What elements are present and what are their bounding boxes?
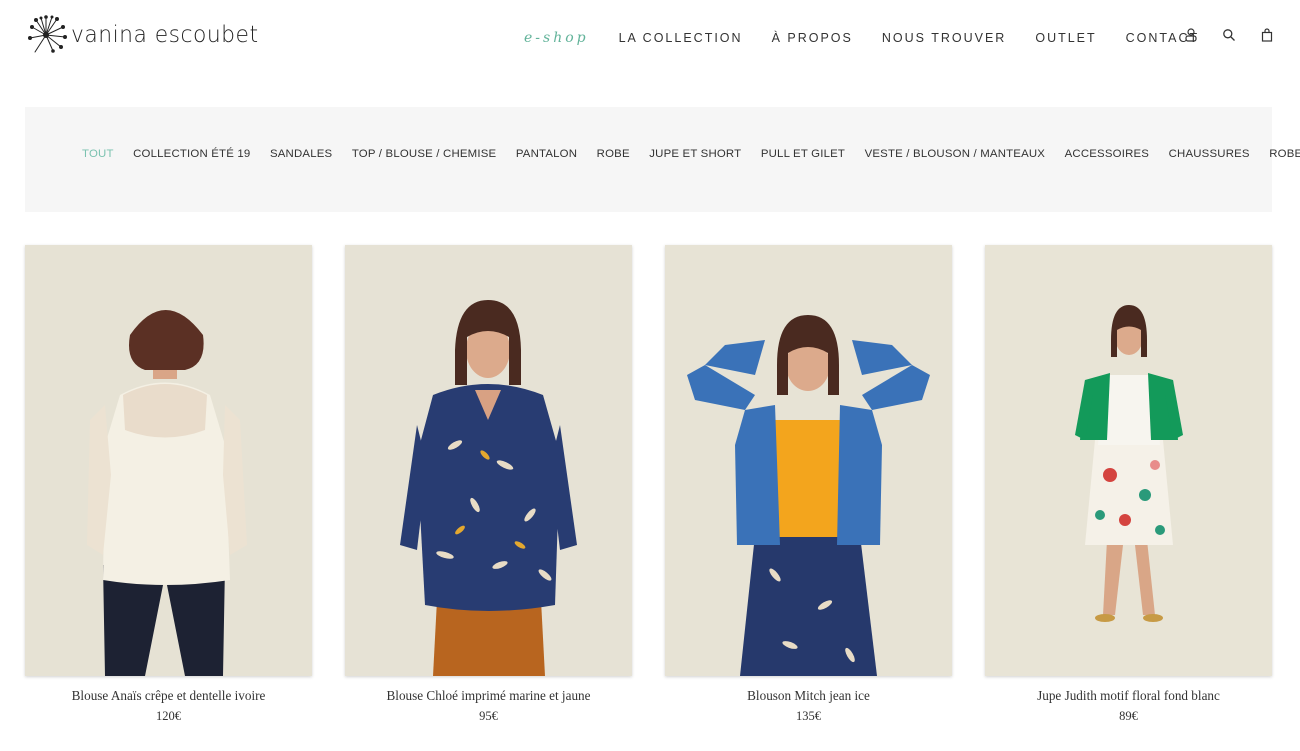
filter-collection-ete-19[interactable]: COLLECTION ÉTÉ 19 [133,148,250,160]
nav-outlet[interactable]: OUTLET [1035,31,1096,45]
filter-robe[interactable]: ROBE [597,148,630,160]
nav-la-collection[interactable]: LA COLLECTION [619,31,743,45]
filter-tout[interactable]: TOUT [82,148,114,160]
product-card[interactable]: Blouse Anaïs crêpe et dentelle ivoire 12… [25,245,312,724]
filter-pull-et-gilet[interactable]: PULL ET GILET [761,148,845,160]
filter-pantalon[interactable]: PANTALON [516,148,577,160]
product-name[interactable]: Blouson Mitch jean ice [665,688,952,704]
category-filters: TOUT COLLECTION ÉTÉ 19 SANDALES TOP / BL… [82,148,1300,160]
filter-top-blouse-chemise[interactable]: TOP / BLOUSE / CHEMISE [352,148,497,160]
product-card[interactable]: Blouson Mitch jean ice 135€ [665,245,952,724]
header-actions [1183,27,1275,43]
product-price: 135€ [796,709,821,723]
brand-logo[interactable]: vanina escoubet [27,15,268,55]
filter-jupe-et-short[interactable]: JUPE ET SHORT [649,148,741,160]
filter-veste-blouson-manteaux[interactable]: VESTE / BLOUSON / MANTEAUX [865,148,1046,160]
brand-name: vanina escoubet [71,22,259,48]
nav-nous-trouver[interactable]: NOUS TROUVER [882,31,1006,45]
nav-eshop[interactable]: e-shop [524,30,589,46]
product-price: 120€ [156,709,181,723]
product-price: 89€ [1119,709,1138,723]
product-card[interactable]: Jupe Judith motif floral fond blanc 89€ [985,245,1272,724]
product-name[interactable]: Blouse Anaïs crêpe et dentelle ivoire [25,688,312,704]
product-image[interactable] [345,245,632,676]
filter-robes[interactable]: ROBES [1269,148,1300,160]
product-image[interactable] [25,245,312,676]
shopping-bag-icon[interactable] [1259,27,1275,43]
product-card[interactable]: Blouse Chloé imprimé marine et jaune 95€ [345,245,632,724]
search-icon[interactable] [1221,27,1237,43]
product-image[interactable] [985,245,1272,676]
main-navigation: e-shop LA COLLECTION À PROPOS NOUS TROUV… [524,30,1228,46]
category-filter-bar: TOUT COLLECTION ÉTÉ 19 SANDALES TOP / BL… [25,107,1300,212]
filter-accessoires[interactable]: ACCESSOIRES [1065,148,1150,160]
product-name[interactable]: Blouse Chloé imprimé marine et jaune [345,688,632,704]
nav-a-propos[interactable]: À PROPOS [772,31,853,45]
site-header: vanina escoubet e-shop LA COLLECTION À P… [0,0,1300,80]
product-name[interactable]: Jupe Judith motif floral fond blanc [985,688,1272,704]
user-icon[interactable] [1183,27,1199,43]
filter-chaussures[interactable]: CHAUSSURES [1169,148,1250,160]
product-price: 95€ [479,709,498,723]
filter-sandales[interactable]: SANDALES [270,148,332,160]
dandelion-logo-icon [28,15,67,53]
product-image[interactable] [665,245,952,676]
